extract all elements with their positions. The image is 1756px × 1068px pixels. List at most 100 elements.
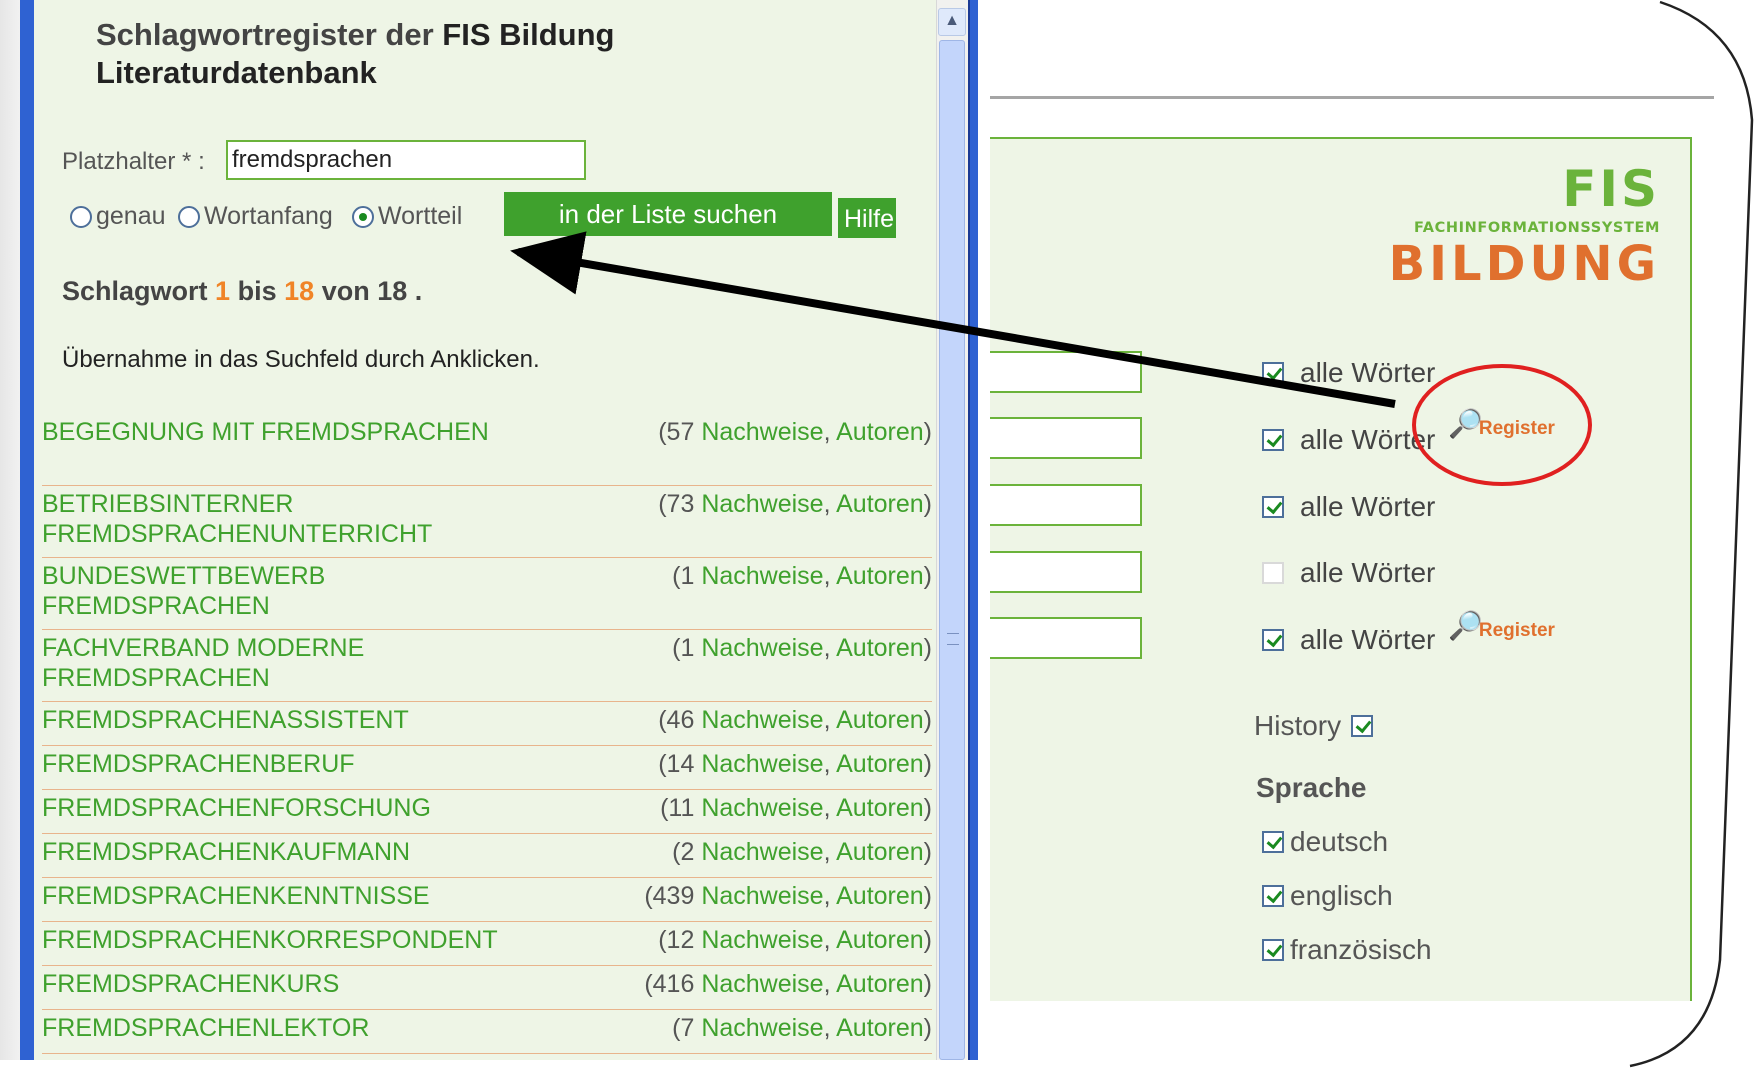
radio-wortanfang[interactable]: Wortanfang <box>178 202 333 231</box>
keyword-count-number: 12 <box>666 926 695 954</box>
autoren-link[interactable]: Autoren <box>836 882 924 910</box>
keyword-row: FREMDSPRACHENASSISTENT (46 Nachweise, Aut… <box>42 702 932 746</box>
result-mid: bis <box>237 276 277 306</box>
nachweise-link[interactable]: Nachweise <box>701 926 823 954</box>
keyword-row: FACHVERBAND MODERNE FREMDSPRACHEN (1 Nach… <box>42 630 932 702</box>
all-words-label: alle Wörter <box>1300 624 1436 655</box>
keyword-count-number: 73 <box>666 490 695 518</box>
search-field-2[interactable] <box>990 417 1142 459</box>
autoren-link[interactable]: Autoren <box>836 634 924 662</box>
search-field-3[interactable] <box>990 484 1142 526</box>
keyword-row: BEGEGNUNG MIT FREMDSPRACHEN (57 Nachweise… <box>42 414 932 486</box>
keyword-count-number: 14 <box>666 750 695 778</box>
search-in-list-button[interactable]: in der Liste suchen <box>504 192 832 236</box>
keyword-term-link[interactable]: FREMDSPRACHENFORSCHUNG <box>42 793 512 830</box>
keyword-term-link[interactable]: FREMDSPRACHENKORRESPONDENT <box>42 925 512 962</box>
all-words-label: alle Wörter <box>1300 491 1436 522</box>
all-words-checkbox-1[interactable] <box>1262 362 1284 384</box>
autoren-link[interactable]: Autoren <box>836 750 924 778</box>
result-to: 18 <box>284 276 315 306</box>
nachweise-link[interactable]: Nachweise <box>701 838 823 866</box>
keyword-term-link[interactable]: BEGEGNUNG MIT FREMDSPRACHEN <box>42 417 512 482</box>
radio-button[interactable] <box>178 205 200 228</box>
all-words-row-5: alle Wörter <box>1262 620 1435 660</box>
nachweise-link[interactable]: Nachweise <box>701 750 823 778</box>
language-checkbox-franzoesisch[interactable] <box>1262 939 1284 961</box>
keyword-row: FREMDSPRACHENBERUF (14 Nachweise, Autoren… <box>42 746 932 790</box>
autoren-link[interactable]: Autoren <box>836 1014 924 1042</box>
popup-title: Schlagwortregister der FIS Bildung Liter… <box>96 16 614 92</box>
keyword-term-link[interactable]: BETRIEBSINTERNER FREMDSPRACHENUNTERRICHT <box>42 489 512 554</box>
autoren-link[interactable]: Autoren <box>836 838 924 866</box>
autoren-link[interactable]: Autoren <box>836 418 924 446</box>
scroll-thumb[interactable] <box>939 40 965 1060</box>
autoren-link[interactable]: Autoren <box>836 490 924 518</box>
nachweise-link[interactable]: Nachweise <box>701 490 823 518</box>
keyword-term-link[interactable]: FREMDSPRACHENASSISTENT <box>42 705 512 742</box>
paren: ( <box>658 750 667 778</box>
keyword-count: (1 Nachweise, Autoren) <box>672 562 932 590</box>
history-option: History <box>1254 710 1374 742</box>
nachweise-link[interactable]: Nachweise <box>701 882 823 910</box>
keyword-row: BETRIEBSINTERNER FREMDSPRACHENUNTERRICHT… <box>42 486 932 558</box>
logo-fis: FIS <box>1562 160 1660 218</box>
autoren-link[interactable]: Autoren <box>836 794 924 822</box>
nachweise-link[interactable]: Nachweise <box>701 562 823 590</box>
result-from: 1 <box>215 276 231 306</box>
divider <box>990 96 1714 99</box>
history-checkbox[interactable] <box>1351 715 1374 737</box>
placeholder-input[interactable] <box>226 140 586 180</box>
scroll-up-arrow-icon[interactable]: ▲ <box>938 8 966 36</box>
search-field-1[interactable] <box>990 351 1142 393</box>
language-heading: Sprache <box>1256 772 1367 803</box>
help-button[interactable]: Hilfe <box>838 198 896 238</box>
autoren-link[interactable]: Autoren <box>836 562 924 590</box>
all-words-checkbox-2[interactable] <box>1262 429 1284 451</box>
radio-label: Wortteil <box>378 202 463 230</box>
radio-button-selected[interactable] <box>352 205 374 228</box>
all-words-row-3: alle Wörter <box>1262 487 1435 527</box>
autoren-link[interactable]: Autoren <box>836 926 924 954</box>
all-words-label: alle Wörter <box>1300 357 1436 388</box>
search-field-5[interactable] <box>990 617 1142 659</box>
language-checkbox-englisch[interactable] <box>1262 885 1284 907</box>
autoren-link[interactable]: Autoren <box>836 706 924 734</box>
language-checkbox-deutsch[interactable] <box>1262 831 1284 853</box>
all-words-checkbox-4[interactable] <box>1262 562 1284 584</box>
register-label: Register <box>1478 620 1555 641</box>
keyword-term-link[interactable]: FREMDSPRACHENKENNTNISSE <box>42 881 512 918</box>
vertical-scrollbar[interactable]: ▲ <box>936 0 969 1060</box>
keyword-count: (1 Nachweise, Autoren) <box>672 634 932 662</box>
keyword-term-link[interactable]: BUNDESWETTBEWERB FREMDSPRACHEN <box>42 561 512 626</box>
paren: ( <box>658 926 667 954</box>
autoren-link[interactable]: Autoren <box>836 970 924 998</box>
keyword-count: (14 Nachweise, Autoren) <box>658 750 932 778</box>
register-link-authors[interactable]: 🔎 Register <box>1448 612 1555 642</box>
popup-title-strong: FIS Bildung <box>442 17 615 52</box>
nachweise-link[interactable]: Nachweise <box>701 970 823 998</box>
keyword-count: (439 Nachweise, Autoren) <box>644 882 932 910</box>
nachweise-link[interactable]: Nachweise <box>701 1014 823 1042</box>
nachweise-link[interactable]: Nachweise <box>701 794 823 822</box>
window-border-right <box>968 0 978 1060</box>
keyword-count: (12 Nachweise, Autoren) <box>658 926 932 954</box>
radio-button[interactable] <box>70 205 92 228</box>
keyword-term-link[interactable]: FREMDSPRACHENLEKTOR <box>42 1013 512 1050</box>
logo-subtitle: FACHINFORMATIONSSYSTEM <box>1413 220 1660 236</box>
keyword-term-link[interactable]: FACHVERBAND MODERNE FREMDSPRACHEN <box>42 633 512 698</box>
keyword-term-link[interactable]: FREMDSPRACHENKURS <box>42 969 512 1006</box>
radio-wortteil[interactable]: Wortteil <box>352 202 462 231</box>
keyword-term-link[interactable]: FREMDSPRACHENBERUF <box>42 749 512 786</box>
all-words-checkbox-5[interactable] <box>1262 629 1284 651</box>
radio-genau[interactable]: genau <box>70 202 166 231</box>
keyword-row: BUNDESWETTBEWERB FREMDSPRACHEN (1 Nachwei… <box>42 558 932 630</box>
keyword-term-link[interactable]: FREMDSPRACHENKAUFMANN <box>42 837 512 874</box>
nachweise-link[interactable]: Nachweise <box>701 634 823 662</box>
keyword-row: FREMDSPRACHENKAUFMANN (2 Nachweise, Autor… <box>42 834 932 878</box>
nachweise-link[interactable]: Nachweise <box>701 706 823 734</box>
all-words-checkbox-3[interactable] <box>1262 496 1284 518</box>
keyword-row: FREMDSPRACHENFORSCHUNG (11 Nachweise, Aut… <box>42 790 932 834</box>
keyword-row: FREMDSPRACHENKURS (416 Nachweise, Autoren… <box>42 966 932 1010</box>
search-field-4[interactable] <box>990 551 1142 593</box>
nachweise-link[interactable]: Nachweise <box>701 418 823 446</box>
